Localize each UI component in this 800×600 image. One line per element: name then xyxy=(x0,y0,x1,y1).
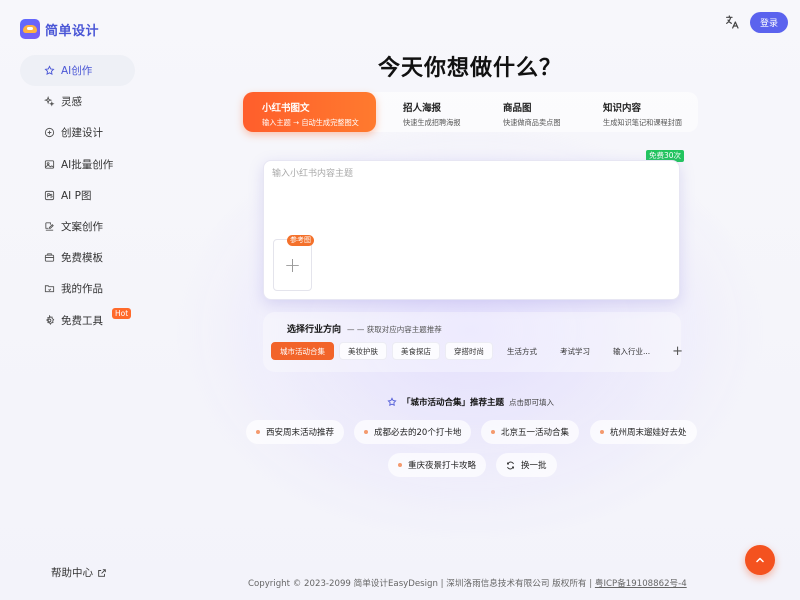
industry-chip[interactable]: 美妆护肤 xyxy=(339,342,387,360)
sidebar-item-inspiration[interactable]: 灵感 xyxy=(20,86,135,117)
tab-subtitle: 生成知识笔记和课程封面 xyxy=(603,118,683,127)
bullet-dot xyxy=(491,430,495,434)
tab-xiaohongshu[interactable]: 小红书图文 输入主题 → 自动生成完整图文 xyxy=(243,92,376,132)
chevron-up-icon xyxy=(756,557,764,563)
refresh-label: 换一批 xyxy=(521,461,547,471)
recommend-item-label: 杭州周末遛娃好去处 xyxy=(610,428,687,438)
recommend-item[interactable]: 杭州周末遛娃好去处 xyxy=(590,420,697,444)
recommend-item-label: 北京五一活动合集 xyxy=(501,428,570,438)
copyright-text: Copyright © 2023-2099 简单设计EasyDesign | 深… xyxy=(248,579,595,589)
external-link-icon xyxy=(98,568,106,577)
industry-chips: 城市活动合集 美妆护肤 美食探店 穿搭时尚 生活方式 考试学习 输入行业... … xyxy=(271,342,683,360)
sidebar-item-my-works[interactable]: 我的作品 xyxy=(20,273,135,304)
sidebar: AI创作 灵感 创建设计 AI批量创作 AI P图 文案创作 免费模板 我的作品… xyxy=(20,55,135,336)
tab-title: 招人海报 xyxy=(403,103,442,114)
industry-title: 选择行业方向 xyxy=(287,325,342,335)
recommend-item[interactable]: 西安周末活动推荐 xyxy=(246,420,345,444)
recommend-title: 「城市活动合集」推荐主题 xyxy=(402,398,505,408)
recommend-item-label: 成都必去的20个打卡地 xyxy=(374,428,462,438)
industry-chip[interactable]: 美食探店 xyxy=(392,342,440,360)
tab-subtitle: 输入主题 → 自动生成完整图文 xyxy=(262,118,359,127)
sidebar-item-label: AI批量创作 xyxy=(61,158,114,171)
sidebar-item-free-tools[interactable]: 免费工具 Hot xyxy=(20,305,135,336)
plus-icon: + xyxy=(284,253,301,277)
tab-recruit-poster[interactable]: 招人海报 快速生成招聘海报 xyxy=(403,92,461,132)
tab-product-image[interactable]: 商品图 快速做商品卖点图 xyxy=(503,92,561,132)
industry-chip[interactable]: 穿搭时尚 xyxy=(445,342,493,360)
edit-icon xyxy=(44,221,55,232)
sidebar-item-label: AI P图 xyxy=(61,189,92,202)
recommend-item[interactable]: 重庆夜景打卡攻略 xyxy=(388,453,487,477)
login-button[interactable]: 登录 xyxy=(750,12,788,33)
tab-subtitle: 快速生成招聘海报 xyxy=(403,118,461,127)
ps-icon xyxy=(44,190,55,201)
icp-link[interactable]: 粤ICP备19108862号-4 xyxy=(595,579,687,589)
sparkle-icon xyxy=(44,96,55,107)
tab-title: 商品图 xyxy=(503,103,532,114)
brand-name: 简单设计 xyxy=(45,23,100,39)
sidebar-item-create-design[interactable]: 创建设计 xyxy=(20,117,135,148)
sidebar-item-copywriting[interactable]: 文案创作 xyxy=(20,211,135,242)
help-center-link[interactable]: 帮助中心 xyxy=(51,565,107,580)
topic-input-area[interactable]: 输入小红书内容主题 + xyxy=(263,160,680,300)
image-icon xyxy=(44,159,55,170)
brand-logo[interactable]: 简单设计 xyxy=(20,19,99,39)
plus-circle-icon xyxy=(44,127,55,138)
logo-icon xyxy=(20,19,40,39)
industry-chip[interactable]: 城市活动合集 xyxy=(271,342,334,360)
industry-chip[interactable]: 考试学习 xyxy=(551,342,599,360)
recommend-item-label: 重庆夜景打卡攻略 xyxy=(408,461,477,471)
industry-custom-input[interactable]: 输入行业... xyxy=(604,342,659,360)
sidebar-item-label: 文案创作 xyxy=(61,220,103,233)
reference-image-tag: 参考图 xyxy=(287,235,314,246)
recommend-item[interactable]: 成都必去的20个打卡地 xyxy=(354,420,472,444)
gear-icon xyxy=(44,314,55,326)
sidebar-item-label: 我的作品 xyxy=(61,283,103,296)
template-icon xyxy=(44,252,55,263)
bullet-dot xyxy=(256,430,260,434)
sidebar-item-label: 灵感 xyxy=(61,96,82,109)
sidebar-item-free-templates[interactable]: 免费模板 xyxy=(20,242,135,273)
tab-knowledge[interactable]: 知识内容 生成知识笔记和课程封面 xyxy=(603,92,682,132)
bullet-dot xyxy=(600,430,604,434)
topic-input-placeholder: 输入小红书内容主题 xyxy=(272,169,354,179)
refresh-icon xyxy=(507,461,514,469)
sidebar-item-ai-ps[interactable]: AI P图 xyxy=(20,180,135,211)
recommend-item[interactable]: 北京五一活动合集 xyxy=(481,420,580,444)
translate-icon[interactable] xyxy=(724,14,740,30)
industry-header: 选择行业方向 — — 获取对应内容主题推荐 xyxy=(287,322,442,335)
back-to-top-button[interactable] xyxy=(745,545,775,575)
sidebar-item-label: 创建设计 xyxy=(61,127,103,140)
bullet-dot xyxy=(398,463,402,467)
star-icon xyxy=(387,397,397,407)
help-label: 帮助中心 xyxy=(51,567,93,579)
recommend-header: 「城市活动合集」推荐主题 点击即可填入 xyxy=(387,396,554,408)
recommend-subtitle: 点击即可填入 xyxy=(509,397,555,407)
add-industry-button[interactable]: + xyxy=(672,344,683,359)
sidebar-item-label: 免费模板 xyxy=(61,252,103,265)
hot-badge: Hot xyxy=(112,307,132,319)
sidebar-item-ai-batch[interactable]: AI批量创作 xyxy=(20,149,135,180)
page-title: 今天你想做什么？ xyxy=(377,56,562,81)
tab-title: 知识内容 xyxy=(603,103,642,114)
industry-subtitle: — — 获取对应内容主题推荐 xyxy=(347,325,442,334)
creation-tabs: 小红书图文 输入主题 → 自动生成完整图文 招人海报 快速生成招聘海报 商品图 … xyxy=(243,92,698,132)
tab-subtitle: 快速做商品卖点图 xyxy=(503,118,561,127)
tab-title: 小红书图文 xyxy=(262,103,310,114)
folder-icon xyxy=(44,283,55,294)
sidebar-item-label: 免费工具 xyxy=(61,314,103,327)
refresh-button[interactable]: 换一批 xyxy=(496,453,557,477)
reference-image-upload[interactable]: + xyxy=(273,239,312,291)
bullet-dot xyxy=(364,430,368,434)
recommend-item-label: 西安周末活动推荐 xyxy=(266,428,335,438)
footer: Copyright © 2023-2099 简单设计EasyDesign | 深… xyxy=(248,577,687,589)
industry-chip[interactable]: 生活方式 xyxy=(498,342,546,360)
